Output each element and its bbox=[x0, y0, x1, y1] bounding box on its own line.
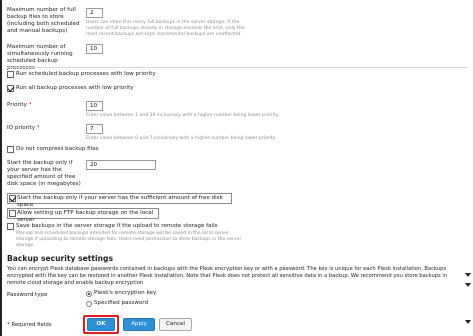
security-description: You can encrypt Plesk database passwords… bbox=[7, 266, 448, 286]
start-if-free-row[interactable]: Start the backup only if your server has… bbox=[7, 193, 232, 208]
radio-specified-password-label: Specified password bbox=[94, 300, 149, 306]
low-priority-all-label: Run all backup processes with low priori… bbox=[16, 85, 134, 91]
radio-specified-password[interactable] bbox=[86, 300, 92, 307]
apply-button[interactable]: Apply bbox=[123, 318, 155, 331]
cancel-button[interactable]: Cancel bbox=[159, 318, 192, 331]
priority-hint: Enter value between 1 and 19 inclusively… bbox=[86, 113, 280, 118]
max-full-backups-label: Maximum number of full backup files to s… bbox=[7, 7, 80, 34]
priority-label: Priority * bbox=[7, 102, 32, 108]
low-priority-all-checkbox[interactable] bbox=[7, 85, 14, 92]
no-compress-row[interactable]: Do not compress backup files bbox=[7, 146, 207, 155]
radio-plesk-key[interactable] bbox=[86, 290, 92, 297]
backup-settings-panel: Maximum number of full backup files to s… bbox=[0, 0, 474, 336]
allow-ftp-label: Allow setting up FTP backup storage on t… bbox=[17, 210, 154, 223]
low-priority-scheduled-row[interactable]: Run scheduled backup processes with low … bbox=[7, 71, 207, 80]
max-full-backups-hint: Users can store this many full backups i… bbox=[86, 20, 245, 37]
divider bbox=[7, 67, 467, 68]
allow-ftp-row[interactable]: Allow setting up FTP backup storage on t… bbox=[7, 208, 159, 223]
required-marker: * bbox=[28, 102, 32, 108]
save-if-fail-checkbox[interactable] bbox=[7, 223, 14, 230]
low-priority-all-row[interactable]: Run all backup processes with low priori… bbox=[7, 85, 207, 94]
free-space-input[interactable]: 20 bbox=[86, 160, 156, 170]
password-type-option-password[interactable]: Specified password bbox=[86, 300, 196, 308]
save-if-fail-label: Save backups in the server storage if th… bbox=[16, 223, 218, 229]
no-compress-checkbox[interactable] bbox=[7, 146, 14, 153]
priority-input[interactable]: 10 bbox=[86, 101, 103, 111]
low-priority-scheduled-checkbox[interactable] bbox=[7, 71, 14, 78]
scroll-down-icon[interactable] bbox=[465, 273, 471, 277]
io-priority-hint: Enter value between 0 and 7 inclusively … bbox=[86, 136, 277, 141]
radio-plesk-key-label: Plesk's encryption key bbox=[94, 290, 157, 296]
low-priority-scheduled-label: Run scheduled backup processes with low … bbox=[16, 71, 156, 77]
ok-button[interactable]: OK bbox=[87, 318, 115, 331]
max-simultaneous-input[interactable]: 10 bbox=[86, 44, 103, 54]
required-marker: * bbox=[36, 125, 40, 131]
password-type-option-key[interactable]: Plesk's encryption key bbox=[86, 290, 196, 298]
no-compress-label: Do not compress backup files bbox=[16, 146, 99, 152]
free-space-label: Start the backup only if your server has… bbox=[7, 160, 81, 187]
scroll-down-icon[interactable] bbox=[465, 320, 471, 324]
io-priority-label: IO priority * bbox=[7, 125, 40, 131]
required-fields-note: * Required fields bbox=[7, 322, 52, 328]
start-if-free-label: Start the backup only if your server has… bbox=[17, 195, 223, 208]
io-priority-input[interactable]: 7 bbox=[86, 124, 103, 134]
password-type-label: Password type bbox=[7, 292, 48, 298]
allow-ftp-checkbox[interactable] bbox=[9, 210, 16, 217]
section-heading: Backup security settings bbox=[7, 254, 113, 263]
save-if-fail-hint: Manual and scheduled backups intended fo… bbox=[16, 231, 242, 248]
max-full-backups-input[interactable]: 2 bbox=[86, 8, 103, 18]
scroll-down-icon[interactable] bbox=[465, 283, 471, 287]
start-if-free-checkbox[interactable] bbox=[9, 195, 16, 202]
